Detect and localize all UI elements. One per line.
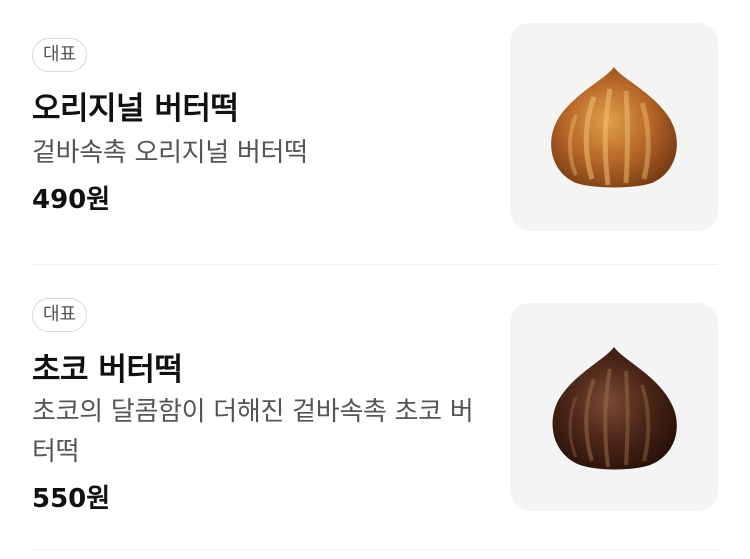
butter-rice-cake-choco-image: [552, 347, 677, 470]
butter-rice-cake-original-image: [551, 67, 677, 188]
menu-item-choco[interactable]: 대표 초코 버터떡 초코의 달콤함이 더해진 겉바속촉 초코 버터떡 550원: [32, 264, 718, 549]
signature-badge: 대표: [32, 298, 88, 332]
menu-item-name: 오리지널 버터떡: [32, 91, 239, 127]
menu-item-name: 초코 버터떡: [32, 352, 183, 388]
menu-item-price: 490원: [32, 185, 111, 215]
menu-item-description: 겉바속촉 오리지널 버터떡: [32, 138, 308, 168]
menu-list: 대표 오리지널 버터떡 겉바속촉 오리지널 버터떡 490원 대표 초코 버터떡…: [0, 0, 750, 559]
signature-badge: 대표: [32, 38, 88, 72]
menu-item-thumbnail[interactable]: [510, 23, 718, 231]
divider: [32, 549, 718, 550]
menu-item-price: 550원: [32, 484, 111, 514]
menu-item-original[interactable]: 대표 오리지널 버터떡 겉바속촉 오리지널 버터떡 490원: [32, 0, 718, 263]
menu-item-description: 초코의 달콤함이 더해진 겉바속촉 초코 버터떡: [32, 397, 474, 467]
menu-item-thumbnail[interactable]: [510, 303, 718, 511]
